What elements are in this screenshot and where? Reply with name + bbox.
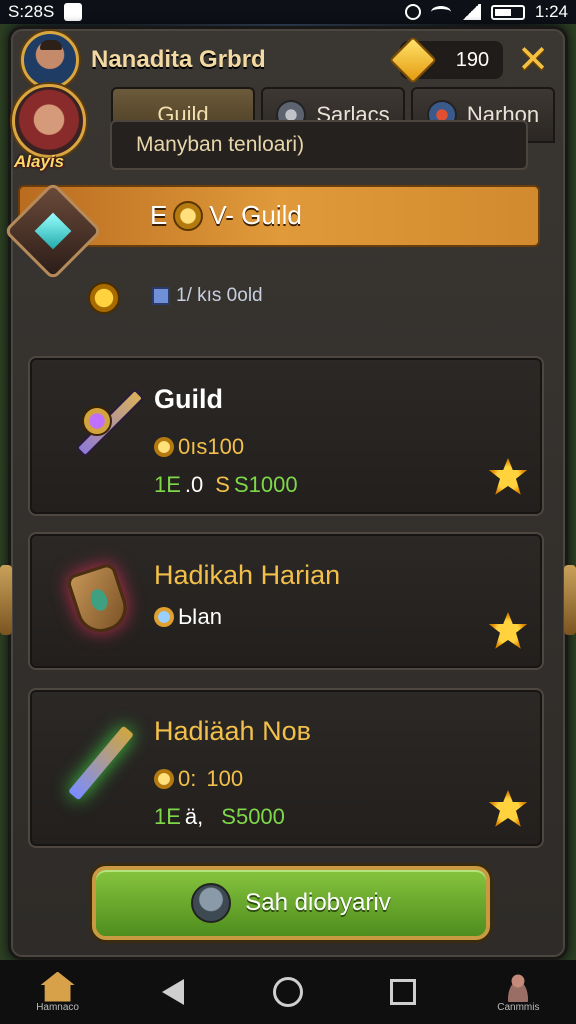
action-button-label: Sah diobyariv [245, 889, 391, 916]
wifi-icon [430, 6, 451, 18]
card-cost: Ыan [154, 604, 222, 630]
battery-icon [490, 4, 525, 20]
nav-recents[interactable] [363, 979, 443, 1005]
card-cost-value: 0: [178, 766, 197, 791]
currency-display: 190 [388, 35, 504, 85]
coin-badge-icon [88, 282, 120, 314]
reward-part-3: S [215, 472, 230, 497]
card-cost: 0ıs100 [154, 434, 244, 460]
nav-home-label: Hamnaco [36, 1001, 79, 1013]
reward-part-1: 1Е [154, 804, 181, 829]
left-frame-ornament [0, 565, 12, 635]
card-title: Guild [154, 384, 223, 414]
card-cost-value: 0ıs100 [178, 434, 245, 459]
player-avatar[interactable] [21, 31, 79, 89]
member-icon [152, 287, 170, 305]
banner-title-prefix: E [150, 200, 168, 230]
gem-icon [388, 35, 437, 85]
profile-portrait [12, 84, 86, 158]
reward-card-daily[interactable]: Hadikah Harian Ыan [28, 532, 544, 670]
card-title: Hadiäah Noв [154, 716, 311, 746]
reward-part-2: ä, [184, 804, 204, 829]
reward-card-new[interactable]: Hadiäah Noв 0: 100 1Е ä, S5000 [28, 688, 544, 848]
card-reward: 1Е ä, S5000 [154, 804, 285, 830]
reward-part-3: S5000 [221, 804, 285, 829]
reward-part-4: S1000 [233, 472, 298, 497]
guild-emblem-icon [3, 181, 108, 286]
sword-icon [48, 378, 145, 468]
info-text: Manyban tenloari) [136, 133, 305, 156]
primary-action-button[interactable]: Sah diobyariv [92, 866, 490, 940]
notification-icon [64, 3, 83, 21]
panel-title: Nanadita Grbrd [91, 46, 266, 73]
sword-gem [82, 406, 112, 436]
card-title: Hadikah Harian [154, 560, 341, 590]
nav-home-circle[interactable] [248, 977, 328, 1007]
coin-icon [154, 437, 174, 457]
card-cost: 0: 100 [154, 766, 243, 792]
shield-scroll-icon [48, 554, 138, 644]
reward-part-2: .0 [184, 472, 204, 497]
reward-part-1: 1E [154, 472, 181, 497]
status-bar: S:28S 1:24 [0, 0, 576, 24]
card-cost-value-b: 100 [206, 766, 244, 791]
banner-title: E V- Guild [150, 200, 302, 231]
signal-icon [460, 4, 481, 20]
coin-icon [173, 200, 204, 231]
person-icon [503, 971, 534, 1002]
close-button[interactable]: ✕ [517, 41, 549, 79]
star-claim-button[interactable] [488, 790, 528, 827]
nav-back[interactable] [133, 979, 213, 1005]
system-nav-bar: Hamnaco Canmmis [0, 960, 576, 1024]
status-time-right: 1:24 [534, 2, 568, 21]
nav-profile-label: Canmmis [497, 1001, 540, 1013]
banner-sub-text: 1/ kıs 0old [176, 285, 263, 306]
currency-value: 190 [455, 48, 490, 71]
recents-icon [390, 979, 417, 1005]
shield-shape [65, 561, 133, 639]
house-icon [40, 971, 75, 1002]
card-reward: 1E .0 S S1000 [154, 472, 298, 498]
profile-name: Alayis [14, 152, 65, 171]
alarm-icon [404, 4, 421, 20]
panel-header: Nanadita Grbrd 190 ✕ [11, 29, 565, 91]
coin-icon [154, 769, 174, 789]
profile-avatar[interactable]: Alayis [12, 84, 92, 172]
star-claim-button[interactable] [488, 458, 528, 495]
back-icon [161, 979, 184, 1005]
home-circle-icon [272, 977, 303, 1007]
dagger-blade [67, 725, 135, 801]
banner-subtext: 1/ kıs 0old [152, 285, 263, 307]
nav-home[interactable]: Hamnaco [18, 971, 98, 1013]
nav-profile[interactable]: Canmmis [478, 971, 558, 1013]
status-time-left: S:28S [8, 2, 55, 21]
card-cost-value: Ыan [178, 604, 222, 629]
blue-gem-icon [154, 607, 174, 627]
right-frame-ornament [564, 565, 576, 635]
dagger-icon [48, 716, 138, 806]
star-claim-button[interactable] [488, 612, 528, 649]
reward-card-guild[interactable]: Guild 0ıs100 1E .0 S S1000 [28, 356, 544, 516]
banner-title-main: V- Guild [209, 200, 302, 230]
helmet-icon [191, 883, 232, 923]
info-text-box: Manyban tenloari) [110, 120, 528, 170]
